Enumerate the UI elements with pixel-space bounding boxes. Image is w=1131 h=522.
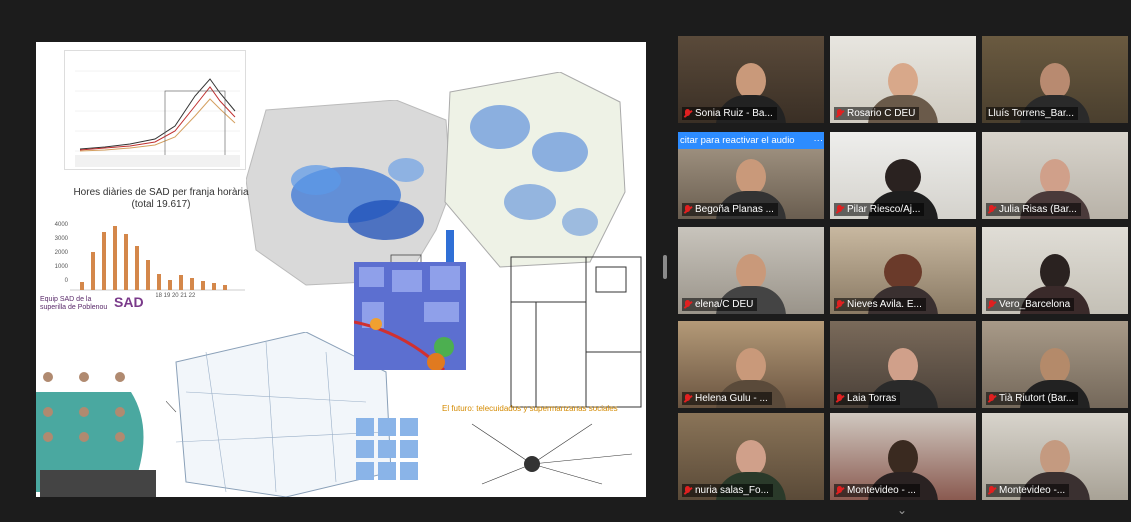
- more-options-icon[interactable]: ···: [814, 132, 824, 149]
- participant-name: Montevideo - ...: [847, 485, 916, 496]
- participant-name: Rosario C DEU: [847, 108, 916, 119]
- participant-tile-active-speaker[interactable]: Lluís Torrens_Bar...: [982, 36, 1128, 123]
- histogram-tick: 0: [64, 278, 68, 284]
- participant-tile[interactable]: Sonia Ruiz - Ba...: [678, 36, 824, 123]
- sad-panel: Equip SAD de la superilla de Poblenou SA…: [36, 292, 156, 497]
- line-chart-thumbnail: [64, 50, 246, 170]
- muted-mic-icon: [988, 204, 995, 215]
- muted-mic-icon: [684, 485, 691, 496]
- participant-name: Helena Gulu - ...: [695, 393, 768, 404]
- participant-tile[interactable]: Nieves Avila. E...: [830, 227, 976, 314]
- shared-screen: Hores diàries de SAD per franja horària …: [36, 42, 646, 497]
- participant-tile[interactable]: citar para reactivar el audio ··· Begoña …: [678, 132, 824, 219]
- participant-name: Tià Riutort (Bar...: [999, 393, 1075, 404]
- participant-name: elena/C DEU: [695, 299, 754, 310]
- participant-tile[interactable]: Pilar Riesco/Aj...: [830, 132, 976, 219]
- muted-mic-icon: [836, 485, 843, 496]
- histogram-tick: 2000: [54, 250, 68, 256]
- participant-tile[interactable]: Julia Risas (Bar...: [982, 132, 1128, 219]
- participant-tile[interactable]: Rosario C DEU: [830, 36, 976, 123]
- participant-tile[interactable]: Montevideo - ...: [830, 413, 976, 500]
- future-panel: El futuro: telecuidados y supermanzanas …: [352, 404, 646, 497]
- histogram-tick: 4000: [54, 222, 68, 228]
- unmute-banner-text: citar para reactivar el audio: [680, 135, 795, 146]
- participant-name: Lluís Torrens_Bar...: [988, 108, 1074, 119]
- participant-tile[interactable]: Tià Riutort (Bar...: [982, 321, 1128, 408]
- participant-name: Vero_Barcelona: [999, 299, 1071, 310]
- participant-gallery: Sonia Ruiz - Ba... Rosario C DEU Lluís T…: [676, 36, 1131, 506]
- muted-mic-icon: [684, 299, 691, 310]
- participant-tile[interactable]: Montevideo -...: [982, 413, 1128, 500]
- muted-mic-icon: [836, 393, 843, 404]
- future-graphic: [356, 418, 633, 485]
- participant-name: Nieves Avila. E...: [847, 299, 922, 310]
- floor-plan: [506, 252, 646, 412]
- participant-name: Pilar Riesco/Aj...: [847, 204, 921, 215]
- chevron-down-icon[interactable]: ⌄: [897, 503, 907, 517]
- muted-mic-icon: [684, 204, 691, 215]
- muted-mic-icon: [988, 393, 995, 404]
- split-view-handle[interactable]: [663, 255, 667, 279]
- muted-mic-icon: [988, 485, 995, 496]
- participant-name: Montevideo -...: [999, 485, 1066, 496]
- participant-tile[interactable]: Laia Torras: [830, 321, 976, 408]
- participant-name: nuria salas_Fo...: [695, 485, 769, 496]
- participant-name: Laia Torras: [847, 393, 897, 404]
- muted-mic-icon: [684, 108, 691, 119]
- histogram-tick: 3000: [54, 236, 68, 242]
- muted-mic-icon: [836, 108, 843, 119]
- muted-mic-icon: [836, 204, 843, 215]
- unmute-banner[interactable]: citar para reactivar el audio ···: [678, 132, 824, 149]
- histogram-bars: [70, 226, 245, 291]
- top-bar: [0, 0, 1131, 30]
- participant-name: Begoña Planas ...: [695, 204, 774, 215]
- sad-title: Equip SAD de la superilla de Poblenou: [40, 296, 108, 311]
- sad-photos: [40, 470, 156, 497]
- participant-tile[interactable]: nuria salas_Fo...: [678, 413, 824, 500]
- histogram-tick: 1000: [54, 264, 68, 270]
- participant-tile[interactable]: Helena Gulu - ...: [678, 321, 824, 408]
- muted-mic-icon: [988, 299, 995, 310]
- sad-logo: SAD: [114, 294, 144, 310]
- participant-name: Sonia Ruiz - Ba...: [695, 108, 773, 119]
- participant-tile[interactable]: Vero_Barcelona: [982, 227, 1128, 314]
- muted-mic-icon: [836, 299, 843, 310]
- bottom-bar: [0, 500, 1131, 522]
- participant-name: Julia Risas (Bar...: [999, 204, 1077, 215]
- participant-tile[interactable]: elena/C DEU: [678, 227, 824, 314]
- muted-mic-icon: [684, 393, 691, 404]
- line-chart-graphic: [75, 70, 240, 167]
- density-map: [440, 71, 630, 272]
- histogram-title: Hores diàries de SAD per franja horària …: [73, 187, 249, 210]
- block-map: [353, 262, 466, 372]
